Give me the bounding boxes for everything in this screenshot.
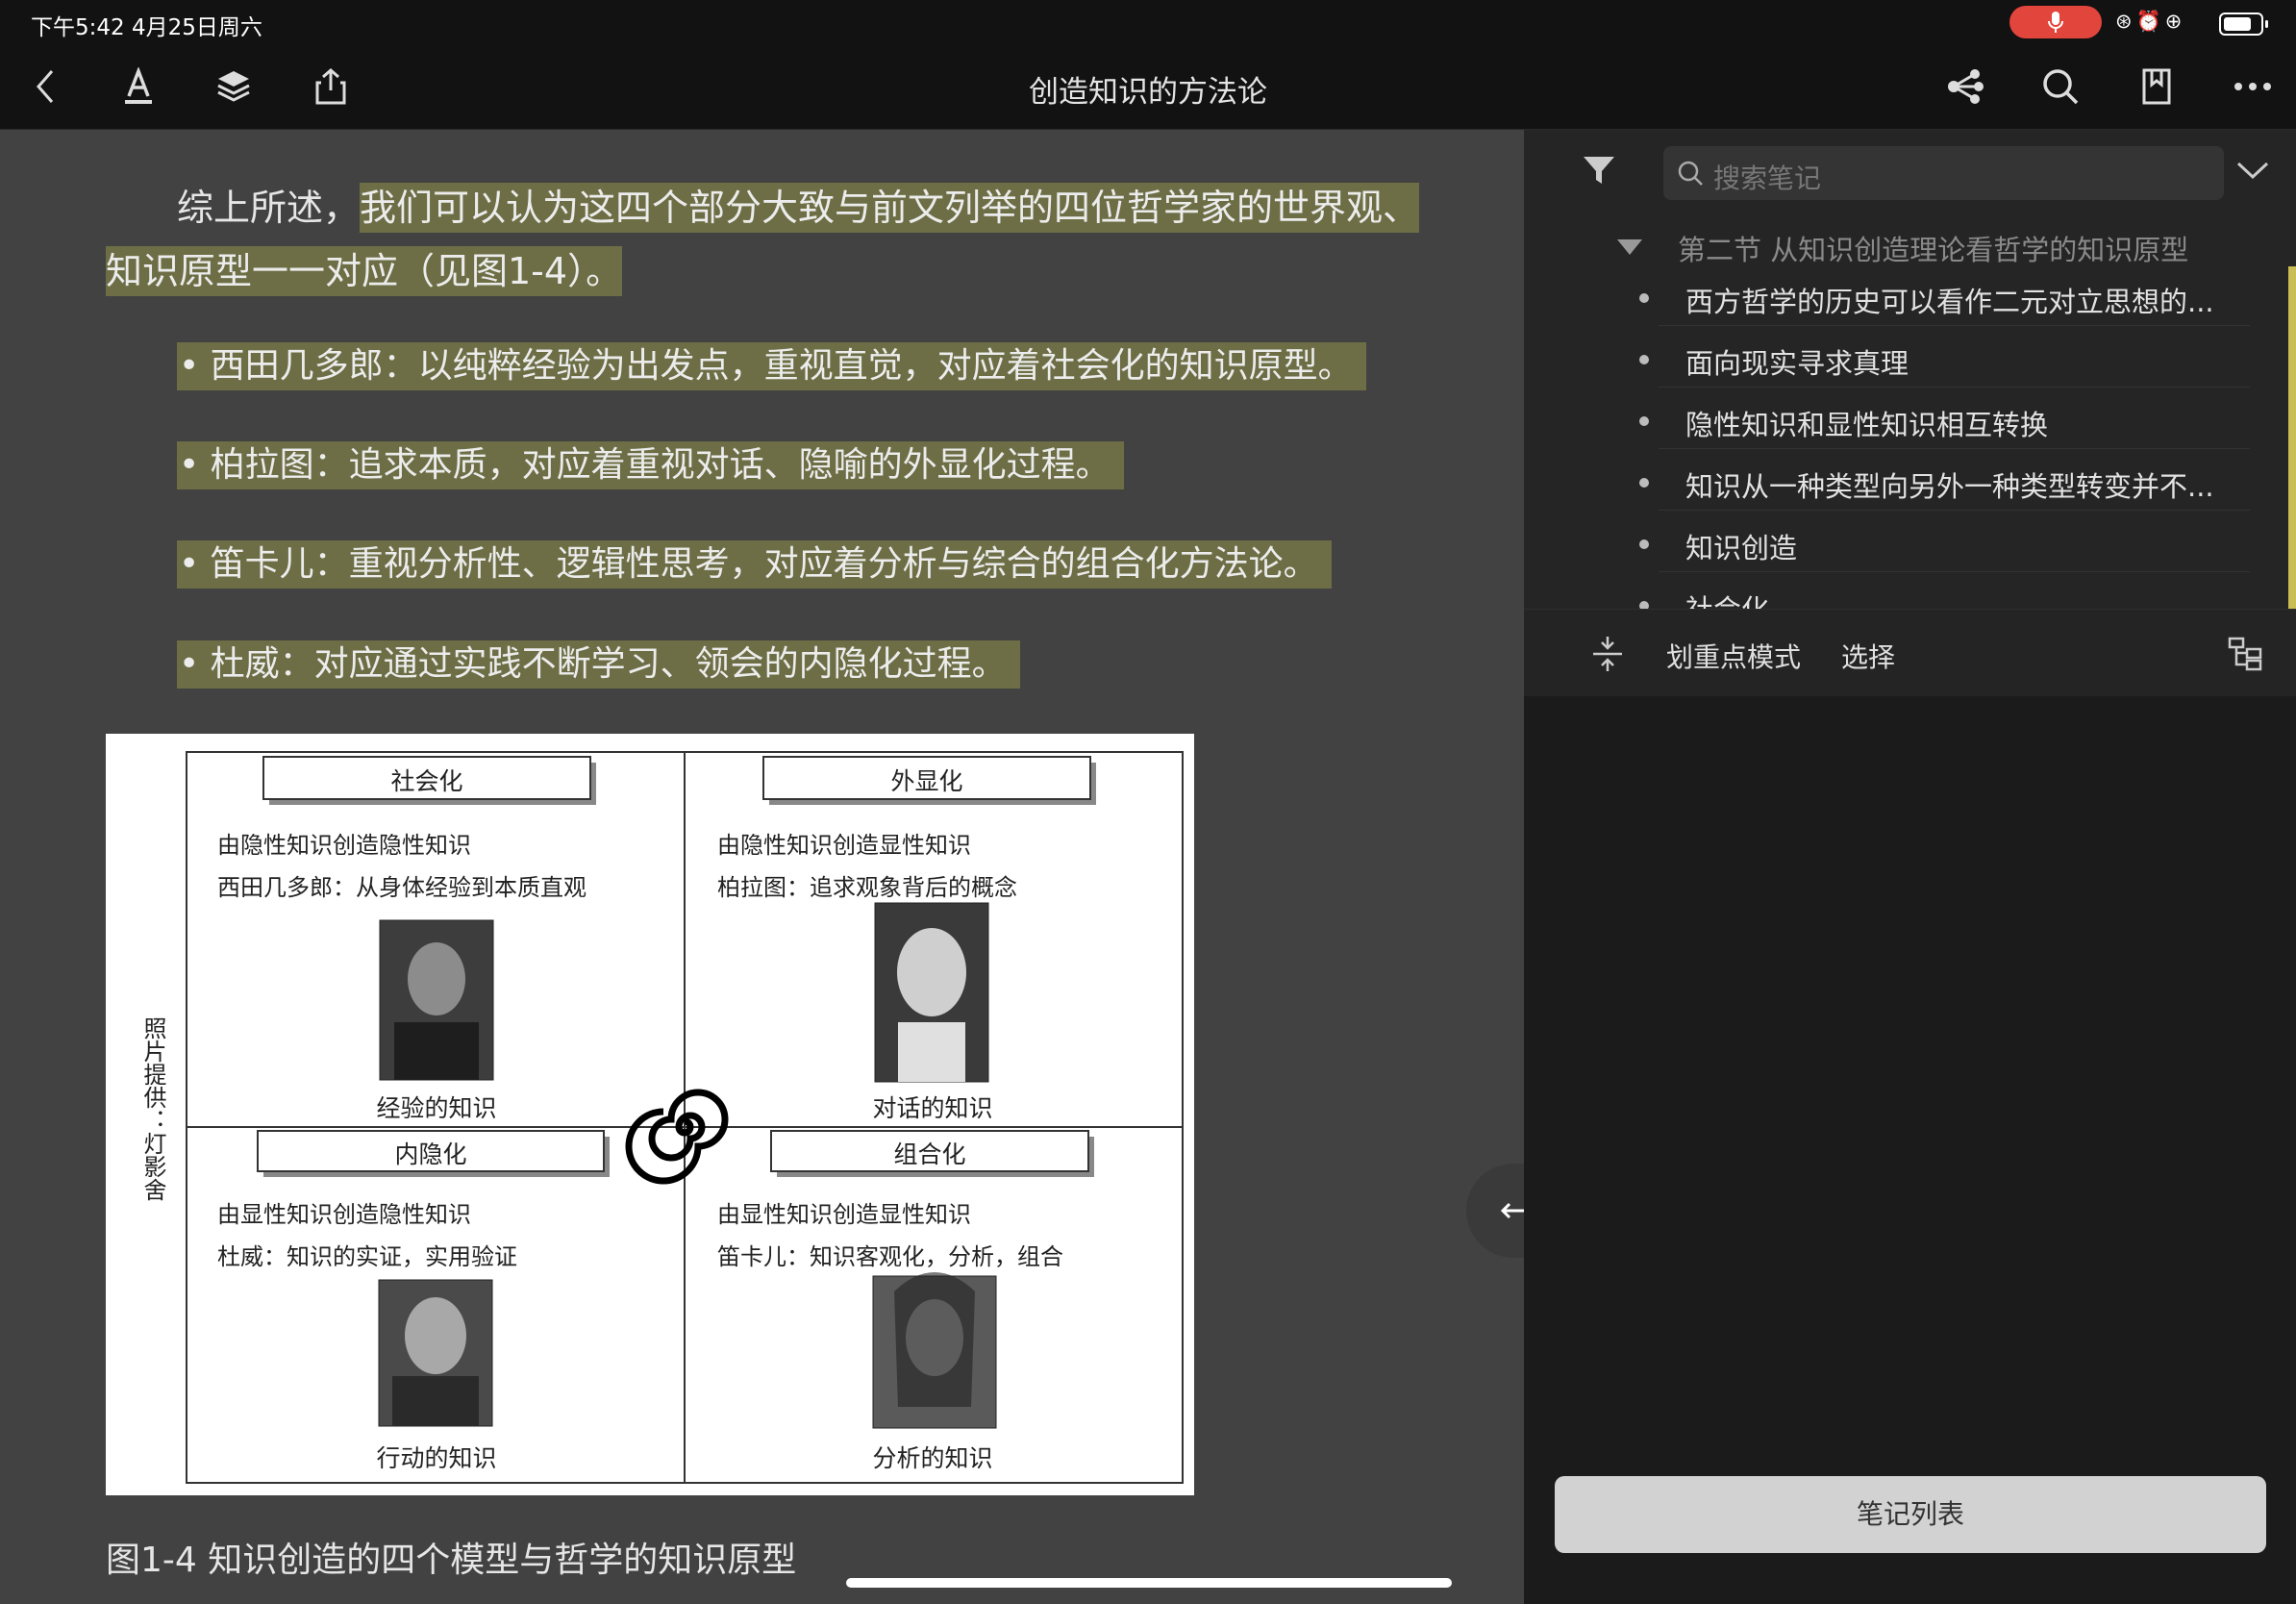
expand-icon [1593, 637, 1622, 671]
tree-view-button[interactable] [2228, 637, 2262, 675]
expand-collapse-button[interactable] [1591, 635, 1624, 677]
quadrant-line2-4: 笛卡儿：知识客观化，分析，组合 [717, 1243, 1063, 1270]
scroll-indicator[interactable] [2288, 266, 2296, 609]
status-bar: 下午5:42 4月25日周六 ⊛⏰⊕ [0, 0, 2296, 44]
note-text: 隐性知识和显性知识相互转换 [1685, 409, 2049, 441]
bullet-dot [1639, 478, 1649, 488]
filter-button[interactable] [1582, 153, 1616, 191]
bullet-dot [1639, 601, 1649, 609]
mic-indicator[interactable] [2009, 6, 2102, 38]
notes-panel: 搜索笔记 第二节 从知识创造理论看哲学的知识原型 西方哲学的历史可以看作二元对立… [1524, 130, 2296, 1604]
collapse-button[interactable] [2235, 159, 2270, 186]
note-item[interactable]: 面向现实寻求真理 [1562, 328, 2250, 388]
highlight-mode-button[interactable]: 划重点模式 [1666, 637, 1801, 675]
mode-bar: 划重点模式 选择 [1524, 609, 2296, 696]
bullet-highlight-2[interactable]: • 柏拉图：追求本质，对应着重视对话、隐喻的外显化过程。 [177, 441, 1124, 489]
quadrant-title-3: 内隐化 [394, 1140, 467, 1168]
more-icon [2234, 83, 2271, 90]
quadrant-caption-2: 对话的知识 [872, 1094, 993, 1122]
search-icon [1678, 161, 1703, 186]
mindmap-icon [1948, 69, 1984, 104]
bookmark-icon [2142, 68, 2171, 105]
bullet-dot [1639, 355, 1649, 364]
battery-icon [2219, 13, 2268, 36]
system-icons: ⊛⏰⊕ [2115, 10, 2186, 33]
note-text: 社会化 [1685, 588, 2243, 609]
note-item[interactable]: 知识从一种类型向另外一种类型转变并不... [1562, 451, 2250, 511]
bullet-highlight-3[interactable]: • 笛卡儿：重视分析性、逻辑性思考，对应着分析与综合的组合化方法论。 [177, 540, 1332, 589]
notes-outline: 搜索笔记 第二节 从知识创造理论看哲学的知识原型 西方哲学的历史可以看作二元对立… [1524, 130, 2296, 609]
quadrant-line2-3: 杜威：知识的实证，实用验证 [217, 1243, 517, 1270]
search-placeholder: 搜索笔记 [1713, 163, 1822, 194]
mic-icon [2048, 12, 2063, 33]
quadrant-line1-1: 由隐性知识创造隐性知识 [217, 832, 471, 859]
quadrant-title-4: 组合化 [893, 1140, 966, 1168]
quadrant-line1-4: 由显性知识创造显性知识 [717, 1201, 971, 1228]
bullet-highlight-1[interactable]: • 西田几多郎：以纯粹经验为出发点，重视直觉，对应着社会化的知识原型。 [177, 342, 1366, 390]
note-item[interactable]: 西方哲学的历史可以看作二元对立思想的... [1562, 266, 2250, 326]
notes-search-input[interactable]: 搜索笔记 [1663, 146, 2224, 200]
quadrant-caption-1: 经验的知识 [376, 1094, 497, 1122]
note-text: 知识创造 [1685, 532, 1798, 564]
bullet-dot [1639, 539, 1649, 549]
note-item[interactable]: 社会化 [1562, 574, 2250, 609]
notes-list-button[interactable]: 笔记列表 [1555, 1476, 2266, 1553]
mindmap-button[interactable] [1926, 44, 2003, 129]
note-item[interactable]: 隐性知识和显性知识相互转换 [1562, 389, 2250, 449]
quadrant-caption-4: 分析的知识 [872, 1444, 993, 1472]
quadrant-line1-2: 由隐性知识创造显性知识 [717, 832, 971, 859]
chevron-down-icon [2236, 162, 2269, 180]
paragraph-plain: 综上所述， [177, 187, 361, 229]
section-title: 第二节 从知识创造理论看哲学的知识原型 [1678, 234, 2189, 266]
more-button[interactable] [2214, 44, 2291, 129]
quadrant-line2-2: 柏拉图：追求观象背后的概念 [717, 874, 1017, 901]
note-text: 西方哲学的历史可以看作二元对立思想的... [1685, 286, 2214, 318]
filter-icon [1584, 157, 1614, 184]
note-text: 知识从一种类型向另外一种类型转变并不... [1685, 470, 2214, 503]
bookmark-button[interactable] [2118, 44, 2195, 129]
note-item[interactable]: 知识创造 [1562, 513, 2250, 572]
status-time: 下午5:42 4月25日周六 [31, 15, 262, 40]
quadrant-title-2: 外显化 [890, 767, 963, 795]
note-list[interactable]: 西方哲学的历史可以看作二元对立思想的... 面向现实寻求真理 隐性知识和显性知识… [1524, 266, 2296, 609]
toolbar: 创造知识的方法论 [0, 44, 2296, 130]
search-button[interactable] [2022, 44, 2099, 129]
tree-icon [2228, 637, 2262, 671]
bullet-dot [1639, 416, 1649, 426]
quadrant-line1-3: 由显性知识创造隐性知识 [217, 1201, 471, 1228]
quadrant-caption-3: 行动的知识 [376, 1444, 497, 1472]
figure-side-label: 照片提供：灯影舍 [139, 1016, 166, 1201]
paragraph[interactable]: 综上所述，我们可以认为这四个部分大致与前文列举的四位哲学家的世界观、知识原型一一… [106, 176, 1452, 303]
note-text: 面向现实寻求真理 [1685, 347, 1909, 380]
reader-page[interactable]: 综上所述，我们可以认为这四个部分大致与前文列举的四位哲学家的世界观、知识原型一一… [0, 130, 1524, 1604]
search-icon [2043, 69, 2079, 105]
figure-image[interactable]: 照片提供：灯影舍 社会化 由隐性知识创造隐性知识 西田几多郎：从身体经验到本质直… [106, 734, 1194, 1495]
select-button[interactable]: 选择 [1841, 637, 1895, 675]
bullet-dot [1639, 293, 1649, 303]
home-indicator[interactable] [846, 1578, 1452, 1588]
bullet-highlight-4[interactable]: • 杜威：对应通过实践不断学习、领会的内隐化过程。 [177, 640, 1020, 689]
triangle-down-icon [1617, 239, 1642, 255]
figure-caption: 图1-4 知识创造的四个模型与哲学的知识原型 [106, 1541, 797, 1580]
quadrant-line2-1: 西田几多郎：从身体经验到本质直观 [217, 874, 586, 901]
quadrant-title-1: 社会化 [390, 767, 463, 795]
